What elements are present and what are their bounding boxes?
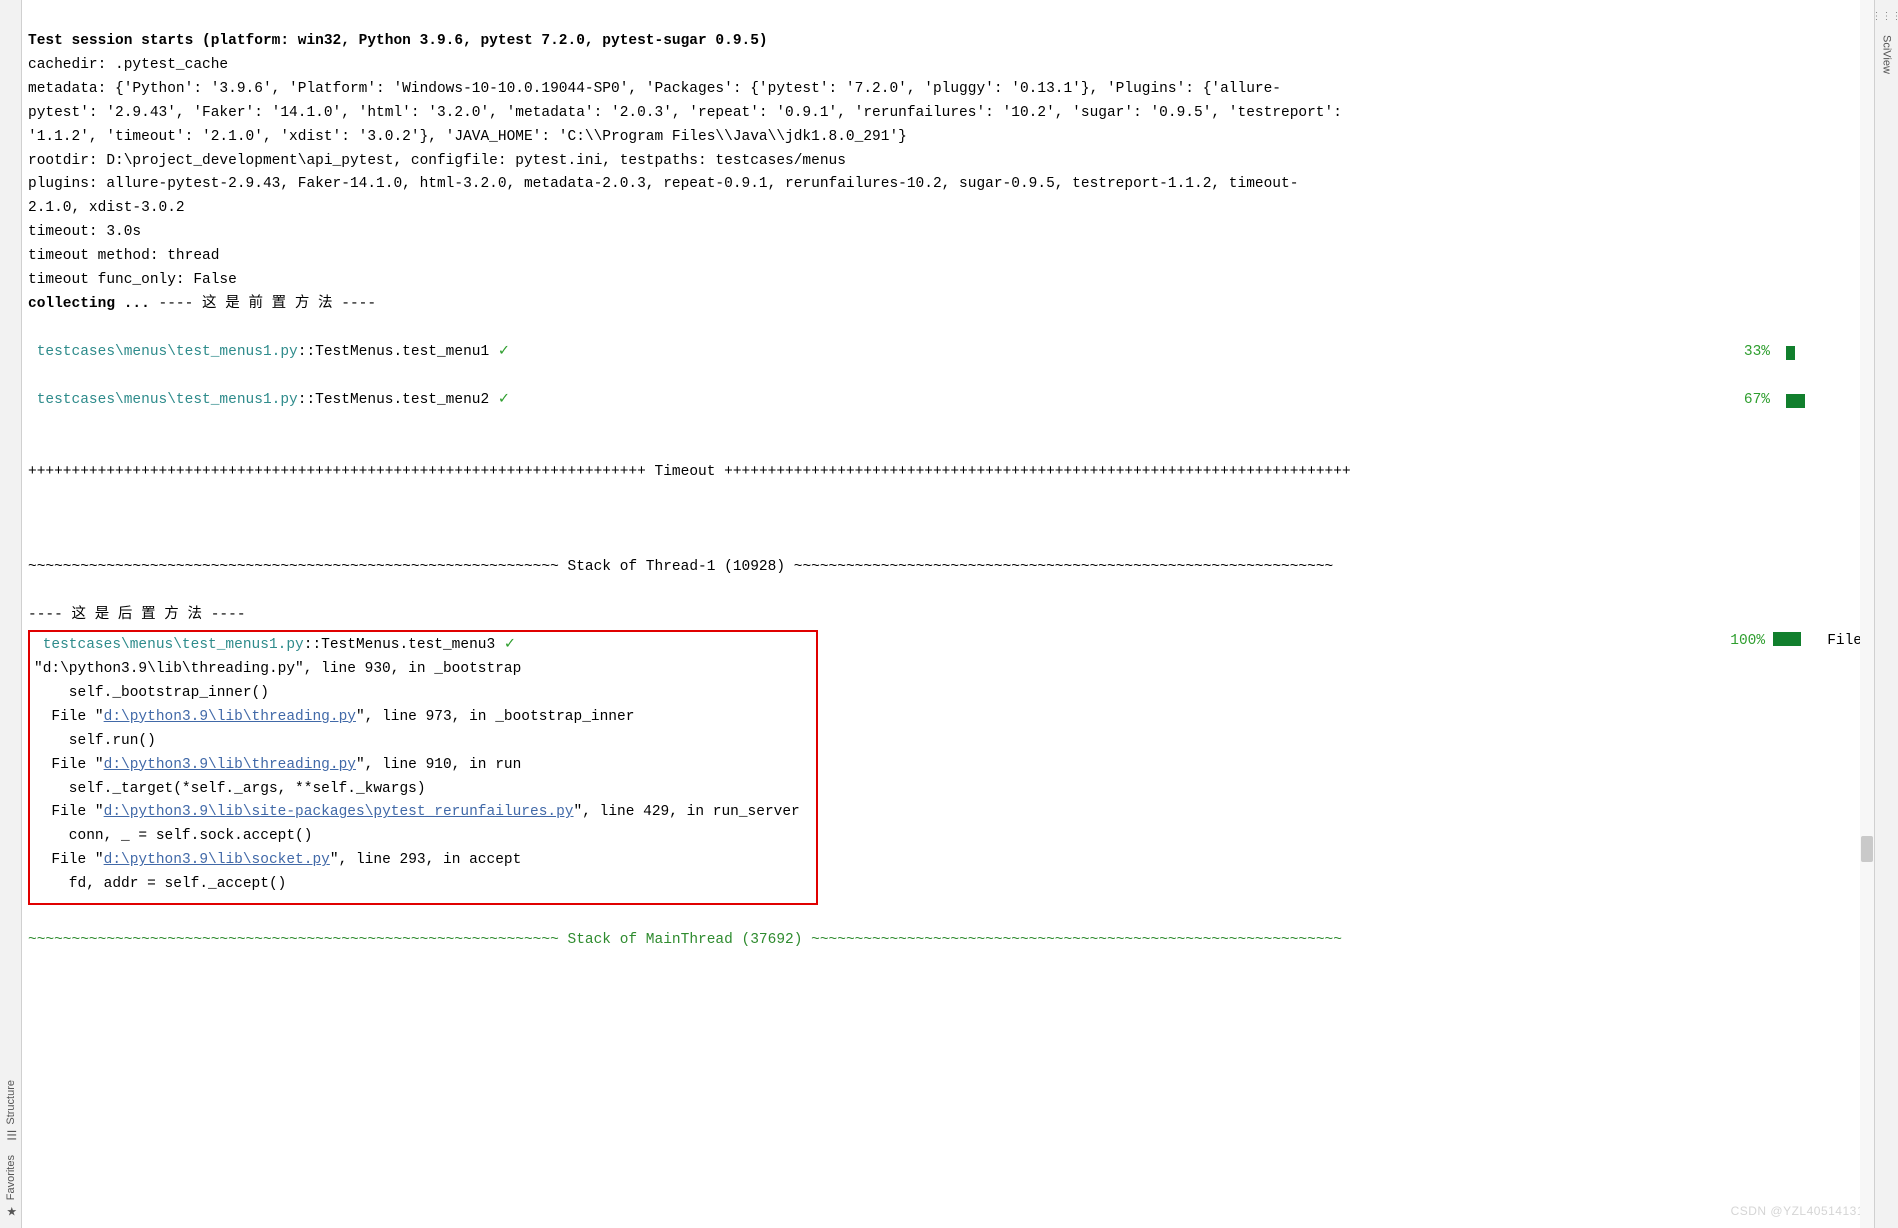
test-id-1: ::TestMenus.test_menu1 (298, 344, 489, 360)
sciview-tab[interactable]: SciView (1877, 35, 1895, 74)
vertical-scrollbar[interactable] (1860, 0, 1874, 1228)
trace-l5: File "d:\python3.9\lib\threading.py", li… (34, 757, 521, 773)
structure-icon: ☰ (1, 1129, 21, 1143)
file-link[interactable]: d:\python3.9\lib\threading.py (104, 709, 356, 725)
test-id-2: ::TestMenus.test_menu2 (298, 392, 489, 408)
file-link[interactable]: d:\python3.9\lib\socket.py (104, 852, 330, 868)
progress-bar-3 (1773, 632, 1801, 646)
trace-l8: conn, _ = self.sock.accept() (34, 828, 312, 844)
test-path-1[interactable]: testcases\menus\test_menus1.py (37, 344, 298, 360)
check-icon: ✓ (498, 344, 510, 360)
timeout-func: timeout func_only: False (28, 272, 237, 288)
pct-1: 33% (1744, 341, 1770, 365)
progress-bar-2 (1786, 394, 1814, 408)
favorites-label: Favorites (1, 1155, 19, 1200)
trace-l1: "d:\python3.9\lib\threading.py", line 93… (34, 661, 521, 677)
left-sidebar: ☰ Structure ★ Favorites (0, 0, 22, 1228)
test-row-2: testcases\menus\test_menus1.py::TestMenu… (28, 389, 1870, 413)
trace-l7: File "d:\python3.9\lib\site-packages\pyt… (34, 804, 800, 820)
test-id-3: ::TestMenus.test_menu3 (304, 637, 495, 653)
app-root: ☰ Structure ★ Favorites Test session sta… (0, 0, 1898, 1228)
sciview-label: SciView (1877, 35, 1895, 74)
file-link[interactable]: d:\python3.9\lib\threading.py (104, 757, 356, 773)
test-path-2[interactable]: testcases\menus\test_menus1.py (37, 392, 298, 408)
structure-tab[interactable]: ☰ Structure (1, 1080, 21, 1143)
trace-l9: File "d:\python3.9\lib\socket.py", line … (34, 852, 521, 868)
trace-l6: self._target(*self._args, **self._kwargs… (34, 781, 426, 797)
stack1-divider: ~~~~~~~~~~~~~~~~~~~~~~~~~~~~~~~~~~~~~~~~… (28, 559, 1333, 575)
trace-l3: File "d:\python3.9\lib\threading.py", li… (34, 709, 634, 725)
test-row-1: testcases\menus\test_menus1.py::TestMenu… (28, 341, 1870, 365)
file-tail: File (1827, 633, 1862, 649)
trace-l10: fd, addr = self._accept() (34, 876, 286, 892)
pct-3: 100% (1730, 633, 1765, 649)
rootdir: rootdir: D:\project_development\api_pyte… (28, 153, 846, 169)
collecting: collecting ... (28, 296, 150, 312)
favorites-tab[interactable]: ★ Favorites (1, 1155, 21, 1218)
trace-l4: self.run() (34, 733, 156, 749)
grid-icon[interactable]: ⋮⋮⋮ (1872, 10, 1898, 27)
watermark: CSDN @YZL40514131 (1731, 1202, 1864, 1222)
file-link[interactable]: d:\python3.9\lib\site-packages\pytest_re… (104, 804, 574, 820)
star-icon: ★ (1, 1204, 21, 1218)
cachedir: cachedir: .pytest_cache (28, 57, 228, 73)
test-path-3[interactable]: testcases\menus\test_menus1.py (43, 637, 304, 653)
scrollbar-thumb[interactable] (1861, 836, 1873, 862)
pct-2: 67% (1744, 389, 1770, 413)
highlighted-traceback: testcases\menus\test_menus1.py::TestMenu… (28, 630, 818, 905)
console-output[interactable]: Test session starts (platform: win32, Py… (22, 0, 1874, 1228)
trace-l2: self._bootstrap_inner() (34, 685, 269, 701)
teardown-marker: ---- 这 是 后 置 方 法 ---- (28, 607, 246, 623)
timeout-method: timeout method: thread (28, 248, 219, 264)
metadata: metadata: {'Python': '3.9.6', 'Platform'… (28, 78, 1346, 150)
right-sidebar: ⋮⋮⋮ SciView (1874, 0, 1898, 1228)
session-start: Test session starts (platform: win32, Py… (28, 33, 768, 49)
check-icon: ✓ (504, 637, 516, 653)
timeout: timeout: 3.0s (28, 224, 141, 240)
structure-label: Structure (1, 1080, 19, 1125)
check-icon: ✓ (498, 392, 510, 408)
timeout-divider: ++++++++++++++++++++++++++++++++++++++++… (28, 464, 1351, 480)
stack2-divider: ~~~~~~~~~~~~~~~~~~~~~~~~~~~~~~~~~~~~~~~~… (28, 932, 1342, 948)
plugins: plugins: allure-pytest-2.9.43, Faker-14.… (28, 173, 1346, 221)
collecting-suffix: ---- 这 是 前 置 方 法 ---- (150, 296, 376, 312)
progress-bar-1 (1786, 346, 1814, 360)
